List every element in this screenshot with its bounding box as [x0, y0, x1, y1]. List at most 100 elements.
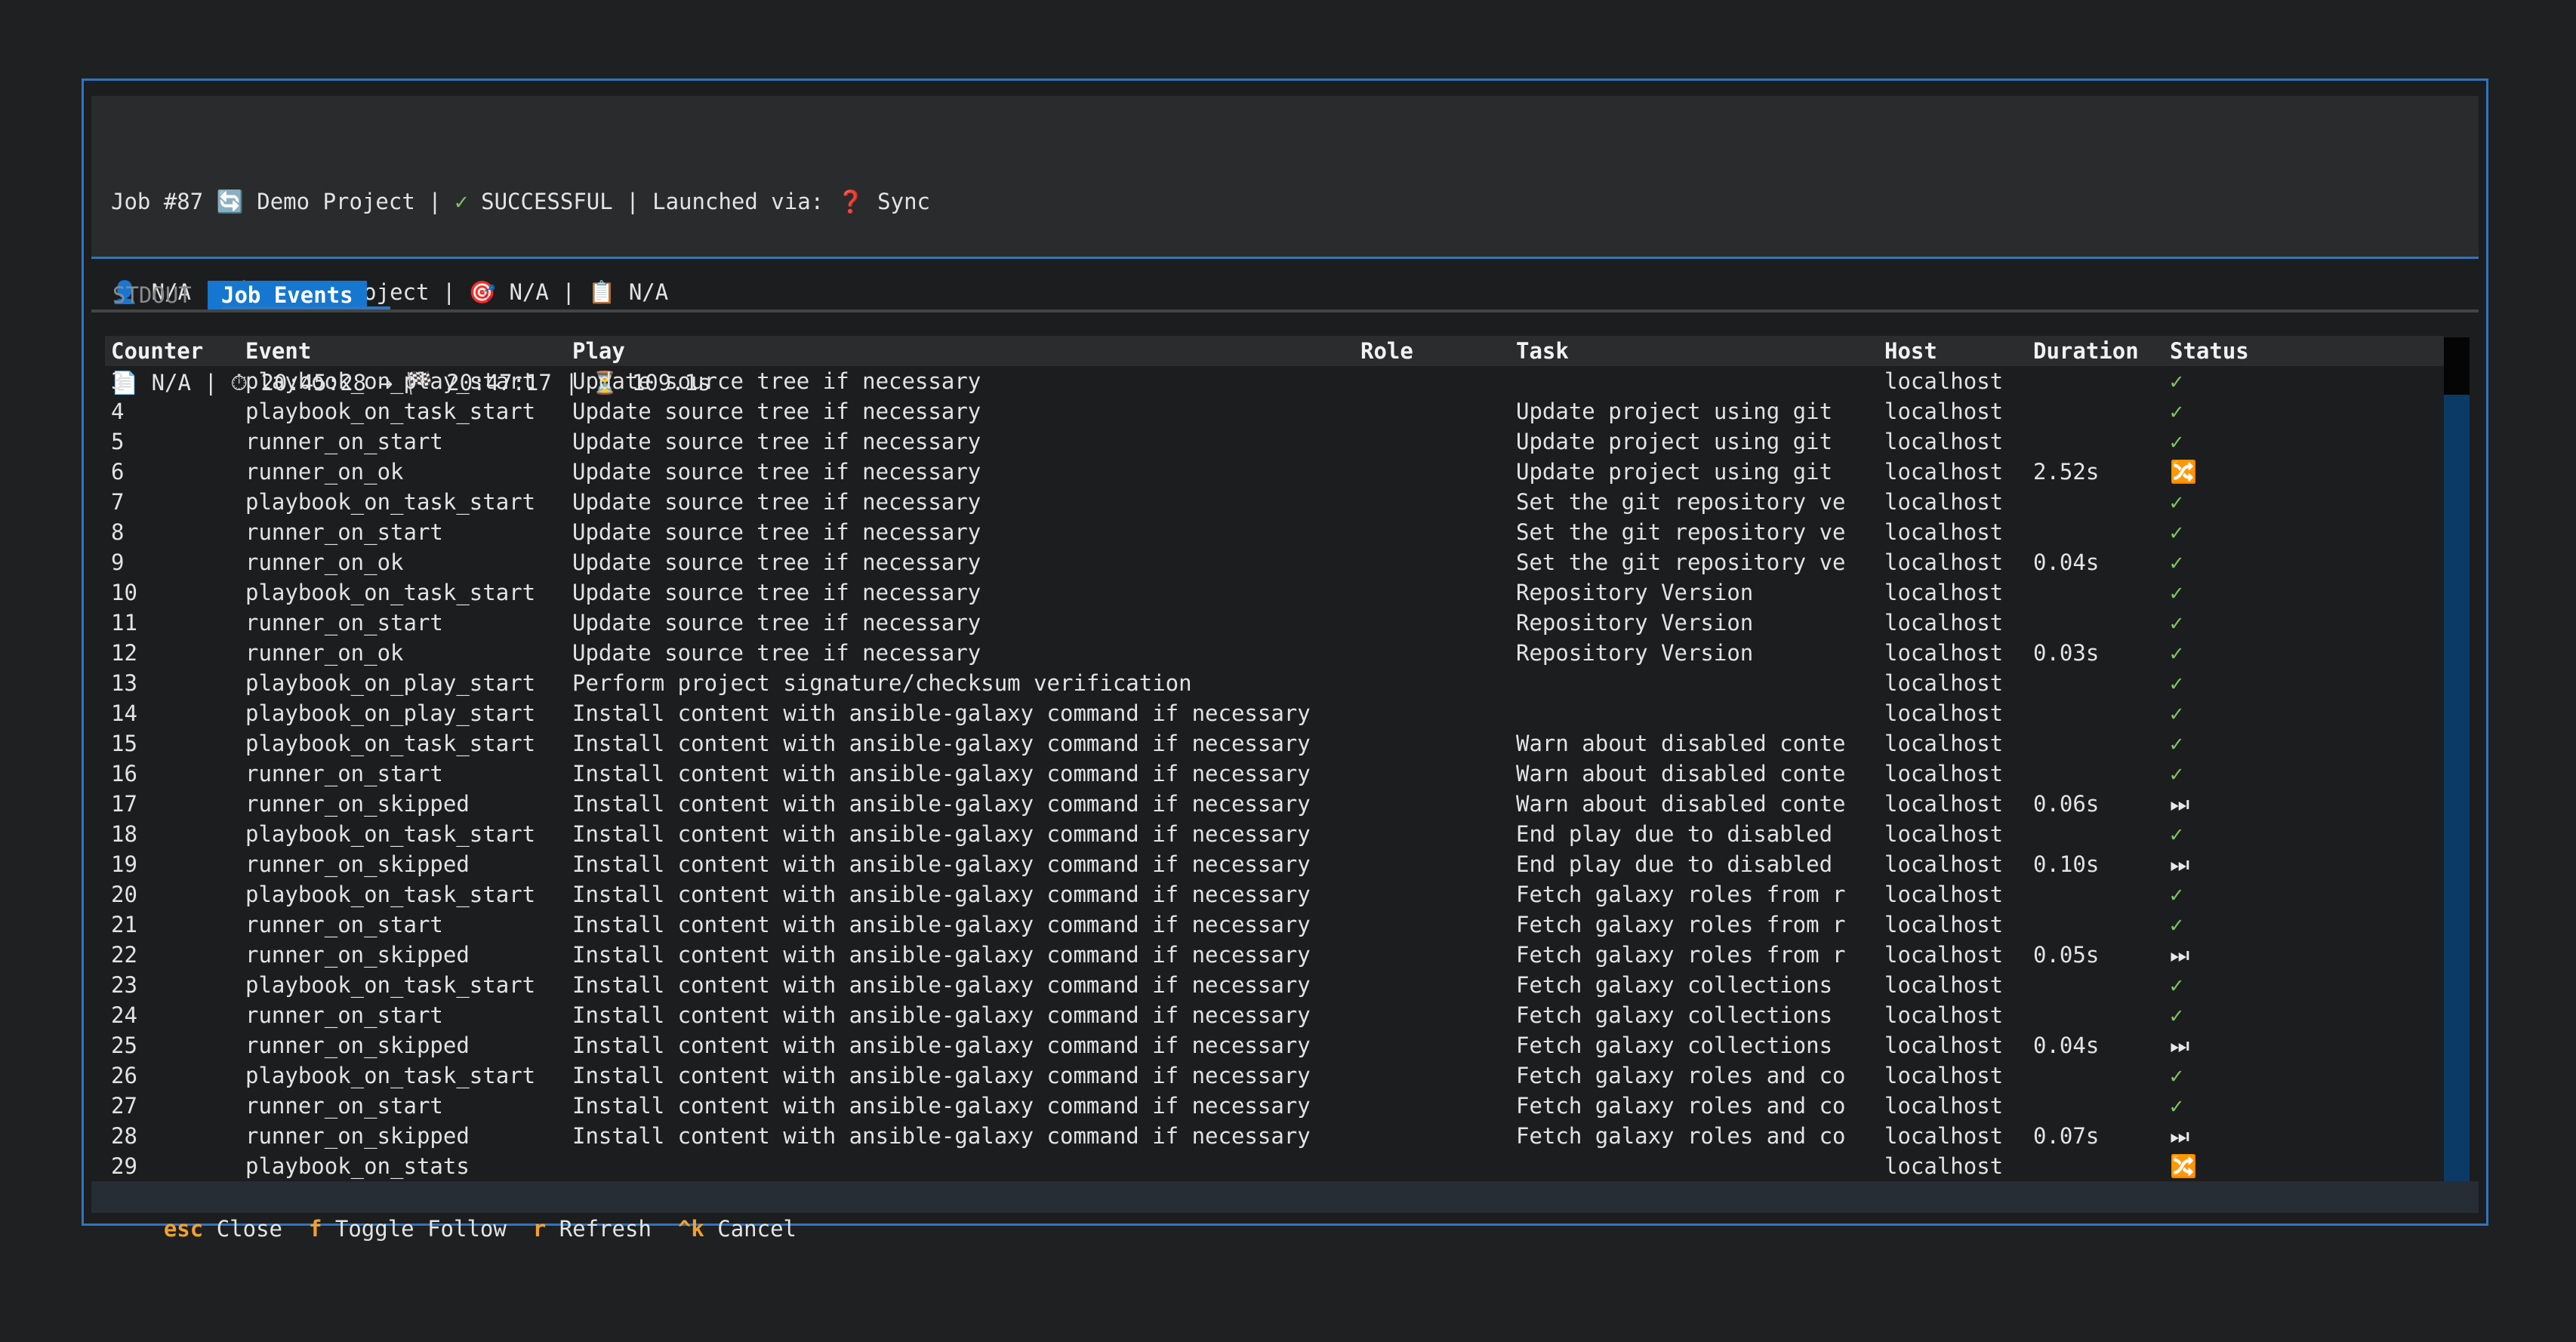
cell-host: localhost [1884, 1093, 2004, 1119]
cell-event: playbook_on_task_start [245, 731, 536, 756]
cell-event: runner_on_ok [245, 549, 404, 575]
cell-event: runner_on_start [245, 912, 443, 937]
cell-host: localhost [1884, 700, 2004, 726]
table-row[interactable]: 25 runner_on_skipped Install content with … [105, 1030, 2444, 1060]
cell-event: playbook_on_task_start [245, 399, 536, 424]
cell-host: localhost [1884, 972, 2004, 998]
table-row[interactable]: 29 playbook_on_stats localhost 🔀 [105, 1151, 2444, 1181]
table-row[interactable]: 26 playbook_on_task_start Install content … [105, 1060, 2444, 1091]
cell-host: localhost [1884, 821, 2004, 847]
table-row[interactable]: 3 playbook_on_play_start Update source tre… [105, 366, 2444, 396]
cell-task: End play due to disabled [1516, 851, 1833, 877]
column-header-duration[interactable]: Duration [2033, 336, 2165, 366]
cell-play: Install content with ansible-galaxy comm… [572, 1093, 1311, 1119]
column-header-play[interactable]: Play [572, 336, 1357, 366]
project-name: Demo Project [257, 189, 415, 214]
refresh-action[interactable]: Refresh [559, 1216, 652, 1242]
table-row[interactable]: 4 playbook_on_task_start Update source tre… [105, 396, 2444, 426]
cell-counter: 9 [111, 549, 125, 575]
cell-play: Install content with ansible-galaxy comm… [572, 1063, 1311, 1088]
table-row[interactable]: 22 runner_on_skipped Install content with … [105, 940, 2444, 970]
cell-event: playbook_on_stats [245, 1153, 470, 1179]
status-ok-icon: ✓ [2170, 972, 2183, 998]
status-ok-icon: ✓ [2170, 1093, 2183, 1119]
column-header-status[interactable]: Status [2170, 336, 2321, 366]
table-row[interactable]: 27 runner_on_start Install content with an… [105, 1091, 2444, 1121]
table-row[interactable]: 19 runner_on_skipped Install content with … [105, 849, 2444, 879]
close-action[interactable]: Close [217, 1216, 282, 1242]
table-row[interactable]: 14 playbook_on_play_start Install content … [105, 698, 2444, 728]
table-row[interactable]: 9 runner_on_ok Update source tree if neces… [105, 547, 2444, 577]
table-row[interactable]: 5 runner_on_start Update source tree if ne… [105, 426, 2444, 457]
cell-counter: 29 [111, 1153, 137, 1179]
table-row[interactable]: 18 playbook_on_task_start Install content … [105, 819, 2444, 849]
table-row[interactable]: 21 runner_on_start Install content with an… [105, 910, 2444, 940]
table-row[interactable]: 10 playbook_on_task_start Update source tr… [105, 577, 2444, 608]
table-row[interactable]: 20 playbook_on_task_start Install content … [105, 879, 2444, 910]
f-key-hint: f [308, 1216, 322, 1242]
cell-counter: 15 [111, 731, 137, 756]
table-row[interactable]: 28 runner_on_skipped Install content with … [105, 1121, 2444, 1151]
table-header-row: Counter Event Play Role Task Host Duration Stat… [105, 336, 2444, 366]
cancel-action[interactable]: Cancel [717, 1216, 797, 1242]
table-row[interactable]: 13 playbook_on_play_start Perform project … [105, 668, 2444, 698]
cell-counter: 20 [111, 882, 137, 907]
cell-task: Fetch galaxy roles from r [1516, 942, 1846, 968]
table-row[interactable]: 15 playbook_on_task_start Install content … [105, 728, 2444, 759]
table-row[interactable]: 12 runner_on_ok Update source tree if nece… [105, 638, 2444, 668]
job-detail-modal: Job #87 🔄 Demo Project | ✓ SUCCESSFUL | … [82, 78, 2488, 1242]
cell-play: Update source tree if necessary [572, 399, 981, 424]
cell-duration: 0.04s [2033, 1033, 2100, 1058]
cell-host: localhost [1884, 368, 2004, 394]
cell-event: runner_on_skipped [245, 1123, 470, 1149]
scrollbar-thumb[interactable] [2444, 337, 2470, 395]
cell-counter: 19 [111, 851, 137, 877]
cell-host: localhost [1884, 519, 2004, 545]
table-row[interactable]: 6 runner_on_ok Update source tree if neces… [105, 457, 2444, 487]
status-skipped-icon: ⏭ [2170, 942, 2190, 968]
cell-counter: 25 [111, 1033, 137, 1058]
cell-counter: 23 [111, 972, 137, 998]
cell-host: localhost [1884, 399, 2004, 424]
table-row[interactable]: 7 playbook_on_task_start Update source tre… [105, 487, 2444, 517]
cell-play: Perform project signature/checksum verif… [572, 670, 1192, 696]
cell-event: playbook_on_play_start [245, 700, 536, 726]
cell-task: Warn about disabled conte [1516, 791, 1846, 817]
cell-event: runner_on_ok [245, 459, 404, 485]
cell-host: localhost [1884, 549, 2004, 575]
cell-host: localhost [1884, 882, 2004, 907]
cell-counter: 12 [111, 640, 137, 666]
cell-counter: 28 [111, 1123, 137, 1149]
table-row[interactable]: 8 runner_on_start Update source tree if ne… [105, 517, 2444, 547]
tab-job-events[interactable]: Job Events [208, 281, 367, 309]
table-scrollbar[interactable] [2444, 337, 2470, 1181]
cell-task: Fetch galaxy roles and co [1516, 1063, 1846, 1088]
status-changed-icon: 🔀 [2170, 1153, 2198, 1179]
cell-host: localhost [1884, 851, 2004, 877]
cell-host: localhost [1884, 610, 2004, 636]
column-header-counter[interactable]: Counter [111, 336, 239, 366]
tab-stdout[interactable]: STDOUT [99, 281, 205, 309]
cell-event: runner_on_skipped [245, 851, 470, 877]
column-header-task[interactable]: Task [1516, 336, 1878, 366]
toggle-follow-action[interactable]: Toggle Follow [335, 1216, 507, 1242]
cell-host: localhost [1884, 1063, 2004, 1088]
table-row[interactable]: 17 runner_on_skipped Install content with … [105, 789, 2444, 819]
cell-duration: 0.10s [2033, 851, 2100, 877]
column-header-role[interactable]: Role [1360, 336, 1511, 366]
table-row[interactable]: 23 playbook_on_task_start Install content … [105, 970, 2444, 1000]
cell-event: runner_on_skipped [245, 942, 470, 968]
cell-host: localhost [1884, 791, 2004, 817]
cell-counter: 17 [111, 791, 137, 817]
cell-task: Fetch galaxy collections [1516, 972, 1833, 998]
column-header-event[interactable]: Event [245, 336, 570, 366]
cell-task: Set the git repository ve [1516, 519, 1846, 545]
cell-counter: 22 [111, 942, 137, 968]
cell-counter: 18 [111, 821, 137, 847]
cell-event: playbook_on_task_start [245, 489, 536, 515]
table-row[interactable]: 24 runner_on_start Install content with an… [105, 1000, 2444, 1030]
column-header-host[interactable]: Host [1884, 336, 2028, 366]
table-row[interactable]: 11 runner_on_start Update source tree if n… [105, 608, 2444, 638]
table-row[interactable]: 16 runner_on_start Install content with an… [105, 759, 2444, 789]
cell-event: runner_on_start [245, 610, 443, 636]
